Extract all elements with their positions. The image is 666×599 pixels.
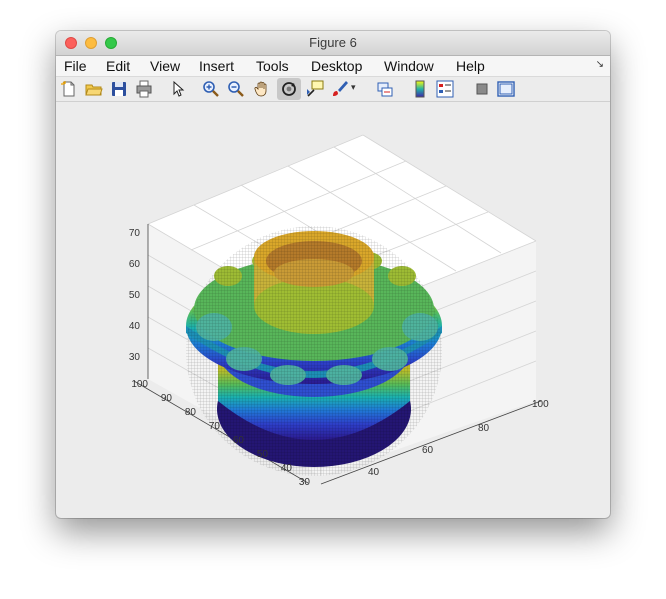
z-tick-label: 60	[129, 259, 141, 270]
title-bar: Figure 6	[56, 31, 610, 56]
open-file-icon[interactable]	[85, 80, 103, 98]
z-tick-label: 70	[129, 228, 141, 239]
z-tick-label: 40	[129, 321, 141, 332]
menu-insert[interactable]: Insert	[199, 58, 234, 74]
x-tick-label: 80	[478, 423, 490, 434]
y-tick-label: 100	[131, 379, 148, 390]
y-tick-label: 80	[185, 407, 197, 418]
menu-file[interactable]: File	[64, 58, 87, 74]
z-axis-ticks: 70 60 50 40 30	[129, 228, 141, 363]
y-tick-label: 40	[281, 463, 293, 474]
figure-toolbar: ▾	[56, 77, 610, 102]
menu-window[interactable]: Window	[384, 58, 434, 74]
y-tick-label: 70	[209, 421, 221, 432]
pointer-icon[interactable]	[169, 80, 187, 98]
x-tick-label: 60	[422, 445, 434, 456]
plot-canvas[interactable]: 70 60 50 40 30 100 90 80 70 60 50 40 30 …	[56, 101, 610, 518]
y-tick-label: 90	[161, 393, 173, 404]
surface-plot	[186, 226, 442, 476]
menu-desktop[interactable]: Desktop	[311, 58, 362, 74]
menu-bar: File Edit View Insert Tools Desktop Wind…	[56, 56, 610, 77]
print-icon[interactable]	[135, 80, 153, 98]
link-plot-icon[interactable]	[376, 80, 394, 98]
y-tick-label: 60	[233, 435, 245, 446]
figure-window: Figure 6 File Edit View Insert Tools Des…	[56, 31, 610, 518]
dropdown-arrow-icon[interactable]: ▾	[351, 82, 356, 93]
menu-edit[interactable]: Edit	[106, 58, 130, 74]
zoom-out-icon[interactable]	[227, 80, 245, 98]
data-cursor-icon[interactable]	[306, 80, 324, 98]
window-title: Figure 6	[309, 35, 357, 50]
colorbar-icon[interactable]	[411, 80, 429, 98]
y-tick-label: 30	[299, 477, 311, 488]
new-figure-icon[interactable]	[60, 80, 78, 98]
menu-tools[interactable]: Tools	[256, 58, 289, 74]
zoom-in-icon[interactable]	[202, 80, 220, 98]
z-tick-label: 30	[129, 352, 141, 363]
save-icon[interactable]	[110, 80, 128, 98]
brush-icon[interactable]	[331, 80, 349, 98]
show-plot-tools-icon[interactable]	[497, 80, 515, 98]
menu-view[interactable]: View	[150, 58, 180, 74]
pan-hand-icon[interactable]	[253, 80, 271, 98]
x-tick-label: 100	[532, 399, 549, 410]
menu-overflow-icon[interactable]: ↘	[596, 59, 604, 70]
menu-help[interactable]: Help	[456, 58, 485, 74]
x-tick-label: 40	[368, 467, 380, 478]
rotate-3d-icon[interactable]	[280, 80, 298, 98]
legend-icon[interactable]	[436, 80, 454, 98]
z-tick-label: 50	[129, 290, 141, 301]
hide-plot-tools-icon[interactable]	[473, 80, 491, 98]
y-tick-label: 50	[257, 449, 269, 460]
